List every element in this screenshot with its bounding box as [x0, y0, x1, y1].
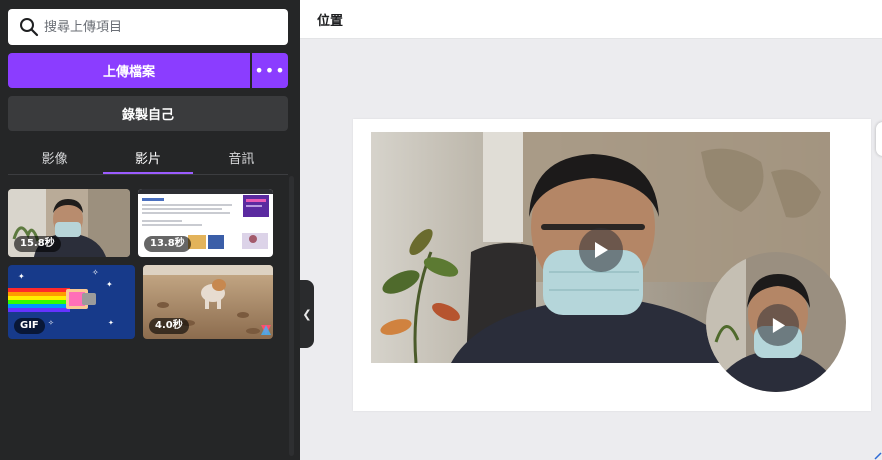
more-options-button[interactable]: •••	[252, 53, 288, 88]
bubble-video-play-button[interactable]	[757, 304, 799, 346]
resize-corner-icon[interactable]	[874, 452, 882, 460]
media-item-nyan-gif[interactable]: ✦ ✧ ✦ ✦ ✧ GIF	[8, 265, 135, 339]
chevron-left-icon: ❮	[302, 307, 312, 321]
record-yourself-button[interactable]: 錄製自己	[8, 96, 288, 131]
svg-text:✧: ✧	[48, 319, 54, 327]
svg-text:✦: ✦	[106, 280, 113, 289]
tab-audio[interactable]: 音訊	[195, 140, 288, 174]
play-icon	[772, 317, 785, 333]
collapse-panel-button[interactable]: ❮	[300, 280, 314, 348]
main-video-play-button[interactable]	[579, 228, 623, 272]
media-item-webcam-video[interactable]: 15.8秒	[8, 189, 130, 257]
editor-toolbar: 位置	[300, 0, 882, 39]
media-item-dog-video[interactable]: 4.0秒	[143, 265, 273, 339]
uploads-panel: 上傳檔案 ••• 錄製自己 影像 影片 音訊 15.8秒	[0, 0, 300, 460]
duration-badge: 15.8秒	[14, 236, 61, 252]
tab-images[interactable]: 影像	[8, 140, 101, 174]
more-dots-icon: •••	[254, 61, 286, 80]
panel-scrollbar[interactable]	[289, 176, 294, 456]
position-label[interactable]: 位置	[317, 10, 343, 29]
upload-group: 上傳檔案 •••	[8, 53, 288, 88]
upload-files-button[interactable]: 上傳檔案	[8, 53, 250, 88]
tab-videos[interactable]: 影片	[101, 140, 194, 174]
gif-badge: GIF	[14, 318, 45, 334]
duration-badge: 13.8秒	[144, 236, 191, 252]
tab-divider	[8, 174, 288, 175]
svg-text:✦: ✦	[18, 272, 25, 281]
svg-text:✧: ✧	[92, 268, 99, 277]
search-input[interactable]	[44, 9, 280, 45]
duration-badge: 4.0秒	[149, 318, 189, 334]
svg-text:✦: ✦	[108, 319, 114, 327]
page-side-handle[interactable]	[876, 122, 882, 156]
media-tabs: 影像 影片 音訊	[8, 140, 288, 174]
media-item-document-video[interactable]: 13.8秒	[138, 189, 273, 257]
play-icon	[595, 242, 608, 258]
search-box[interactable]	[8, 9, 288, 45]
search-icon	[20, 18, 39, 37]
